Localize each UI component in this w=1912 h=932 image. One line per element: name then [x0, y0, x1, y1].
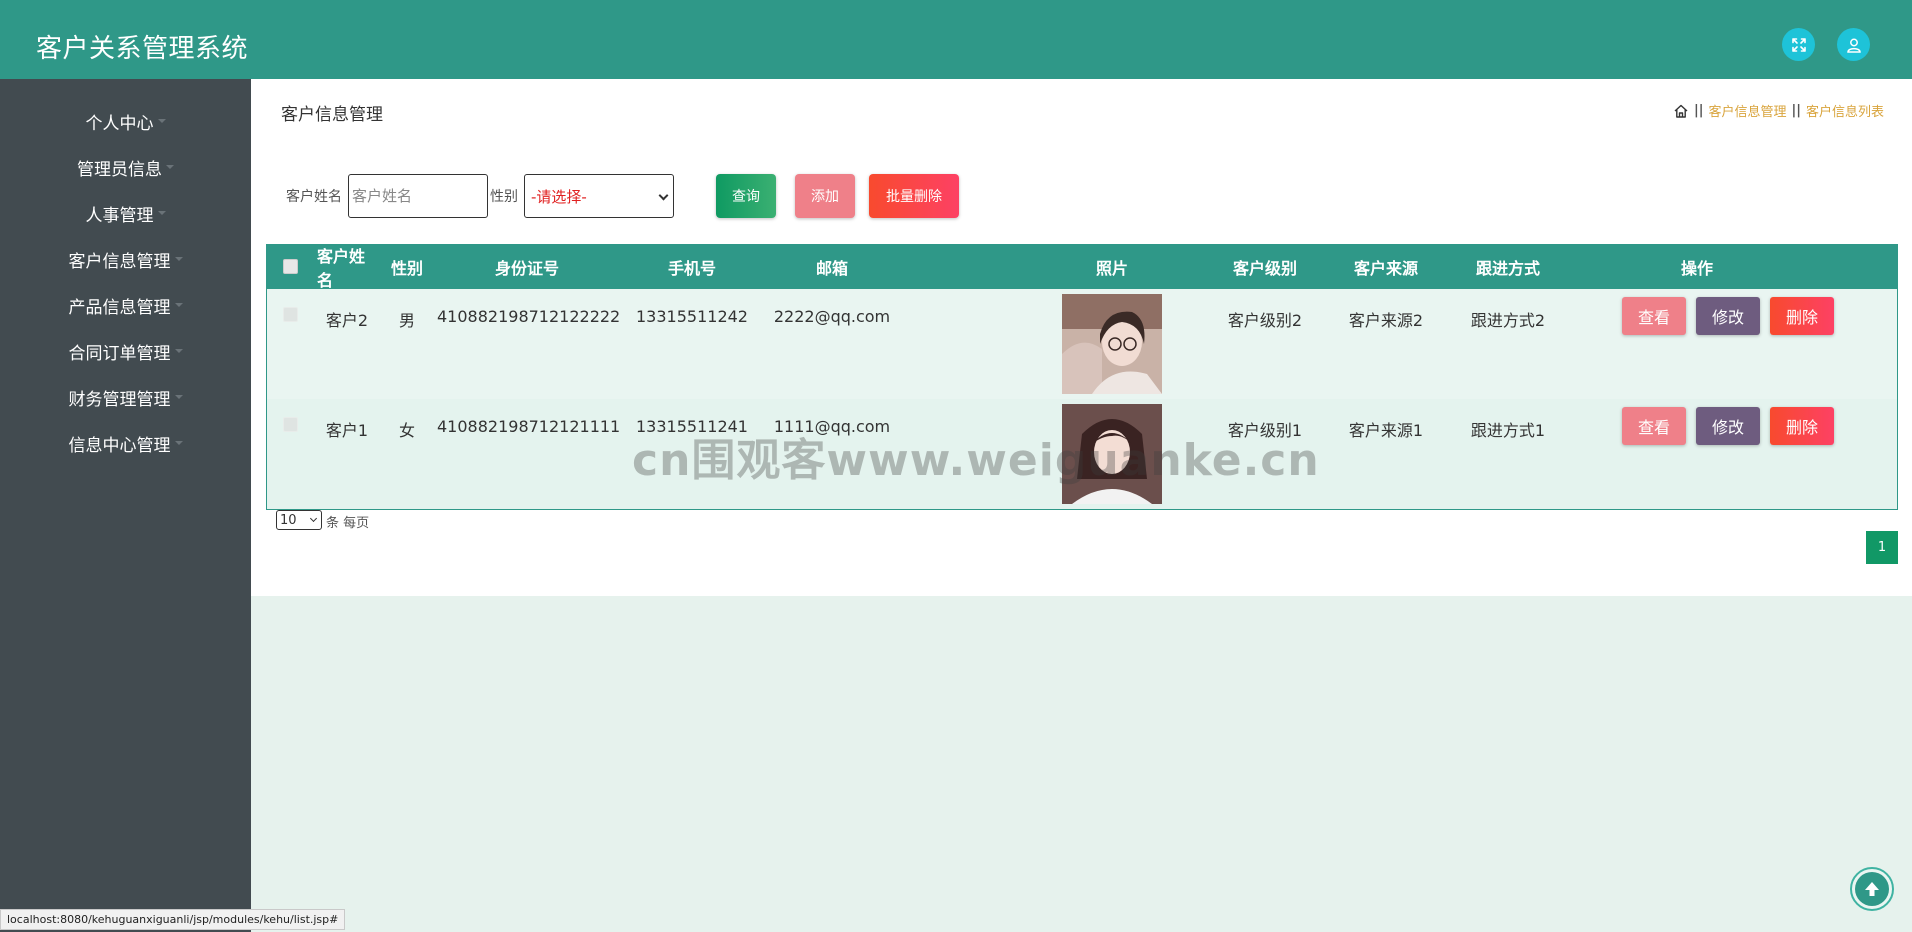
scroll-top-button[interactable]	[1850, 867, 1894, 911]
sidebar-item-message-center[interactable]: 信息中心管理	[0, 423, 251, 463]
sidebar-item-label: 财务管理管理	[68, 389, 171, 410]
sidebar-item-hr[interactable]: 人事管理	[0, 193, 251, 233]
table-row: 客户2 男 410882198712122222 13315511242 222…	[267, 289, 1897, 399]
batch-delete-button[interactable]: 批量删除	[869, 174, 959, 218]
select-all-checkbox[interactable]	[283, 259, 298, 274]
watermark: cn围观客www.weiguanke.cn	[632, 435, 1320, 486]
user-icon	[1846, 38, 1861, 53]
cell-follow: 跟进方式1	[1470, 421, 1546, 440]
caret-down-icon	[157, 211, 166, 215]
view-button[interactable]: 查看	[1622, 407, 1686, 445]
page-size-value: 10	[280, 512, 297, 528]
sidebar-item-contract-order[interactable]: 合同订单管理	[0, 331, 251, 371]
sidebar-item-label: 信息中心管理	[68, 435, 171, 456]
caret-down-icon	[166, 165, 174, 169]
app-title: 客户关系管理系统	[36, 34, 249, 64]
cell-source: 客户来源1	[1348, 421, 1424, 440]
column-header: 客户姓名	[317, 247, 366, 290]
breadcrumb-item[interactable]: 客户信息管理	[1708, 101, 1786, 120]
breadcrumb: || 客户信息管理 || 客户信息列表	[1673, 101, 1884, 120]
breadcrumb-separator: ||	[1791, 103, 1801, 118]
sidebar-item-label: 客户信息管理	[68, 251, 171, 272]
delete-button[interactable]: 删除	[1770, 297, 1834, 335]
chevron-down-icon	[658, 190, 669, 201]
column-header: 跟进方式	[1475, 259, 1540, 278]
sex-label: 性别	[490, 189, 518, 205]
cell-follow: 跟进方式2	[1470, 311, 1546, 330]
column-header: 操作	[1680, 259, 1713, 278]
sex-select-value: -请选择-	[531, 187, 587, 206]
arrow-up-icon	[1865, 882, 1879, 896]
row-checkbox[interactable]	[283, 307, 298, 322]
caret-down-icon	[174, 349, 183, 353]
sidebar-item-customer-info[interactable]: 客户信息管理	[0, 239, 251, 279]
sidebar: 个人中心 管理员信息 人事管理 客户信息管理 产品信息管理 合同订单管理 财务管…	[0, 79, 251, 932]
fullscreen-icon	[1791, 37, 1806, 52]
column-header: 客户来源	[1353, 259, 1418, 278]
customer-photo	[1062, 294, 1162, 394]
sidebar-item-label: 个人中心	[85, 113, 154, 134]
table-header: 客户姓名 性别 身份证号 手机号 邮箱 照片 客户级别 客户来源 跟进方式 操作	[267, 245, 1897, 290]
cell-level: 客户级别2	[1227, 311, 1303, 330]
top-header: 客户关系管理系统	[0, 0, 1912, 79]
page-size-select[interactable]: 10	[276, 510, 322, 530]
sidebar-item-label: 人事管理	[85, 205, 154, 226]
caret-down-icon	[174, 441, 183, 445]
page-number-button[interactable]: 1	[1866, 531, 1898, 564]
user-button[interactable]	[1837, 28, 1870, 61]
cell-sex: 女	[398, 421, 415, 440]
status-bar-url: localhost:8080/kehuguanxiguanli/jsp/modu…	[0, 909, 346, 930]
caret-down-icon	[174, 257, 183, 261]
caret-down-icon	[174, 395, 183, 399]
chevron-down-icon	[309, 514, 318, 523]
caret-down-icon	[174, 303, 183, 307]
column-header: 身份证号	[494, 259, 559, 278]
cell-phone: 13315511242	[636, 307, 748, 326]
sidebar-item-finance[interactable]: 财务管理管理	[0, 377, 251, 417]
page-title: 客户信息管理	[281, 105, 383, 125]
sidebar-item-admin-info[interactable]: 管理员信息	[0, 147, 251, 187]
column-header: 手机号	[667, 259, 716, 278]
name-label: 客户姓名	[286, 189, 342, 205]
query-button[interactable]: 查询	[716, 174, 776, 218]
cell-sex: 男	[398, 311, 415, 330]
edit-button[interactable]: 修改	[1696, 297, 1760, 335]
cell-source: 客户来源2	[1348, 311, 1424, 330]
cell-name: 客户2	[325, 311, 369, 330]
sex-select[interactable]: -请选择-	[524, 174, 674, 218]
column-header: 邮箱	[815, 259, 848, 278]
home-icon[interactable]	[1673, 103, 1689, 119]
edit-button[interactable]: 修改	[1696, 407, 1760, 445]
delete-button[interactable]: 删除	[1770, 407, 1834, 445]
breadcrumb-separator: ||	[1693, 103, 1704, 118]
column-header: 性别	[390, 259, 423, 278]
cell-id-card: 410882198712122222	[437, 307, 621, 326]
column-header: 客户级别	[1232, 259, 1297, 278]
sidebar-item-label: 合同订单管理	[68, 343, 171, 364]
per-page-label: 条 每页	[326, 516, 370, 531]
caret-down-icon	[157, 119, 166, 123]
fullscreen-button[interactable]	[1782, 28, 1815, 61]
cell-email: 2222@qq.com	[773, 307, 891, 326]
cell-name: 客户1	[325, 421, 369, 440]
scroll-top-inner	[1855, 872, 1889, 906]
cell-id-card: 410882198712121111	[437, 417, 621, 436]
column-header: 照片	[1095, 259, 1128, 278]
sidebar-item-personal-center[interactable]: 个人中心	[0, 101, 251, 141]
add-button[interactable]: 添加	[795, 174, 855, 218]
row-checkbox[interactable]	[283, 417, 298, 432]
sidebar-item-label: 产品信息管理	[68, 297, 171, 318]
sidebar-item-product-info[interactable]: 产品信息管理	[0, 285, 251, 325]
name-search-input[interactable]	[348, 174, 488, 218]
view-button[interactable]: 查看	[1622, 297, 1686, 335]
sidebar-item-label: 管理员信息	[77, 159, 162, 180]
breadcrumb-item: 客户信息列表	[1805, 105, 1884, 120]
